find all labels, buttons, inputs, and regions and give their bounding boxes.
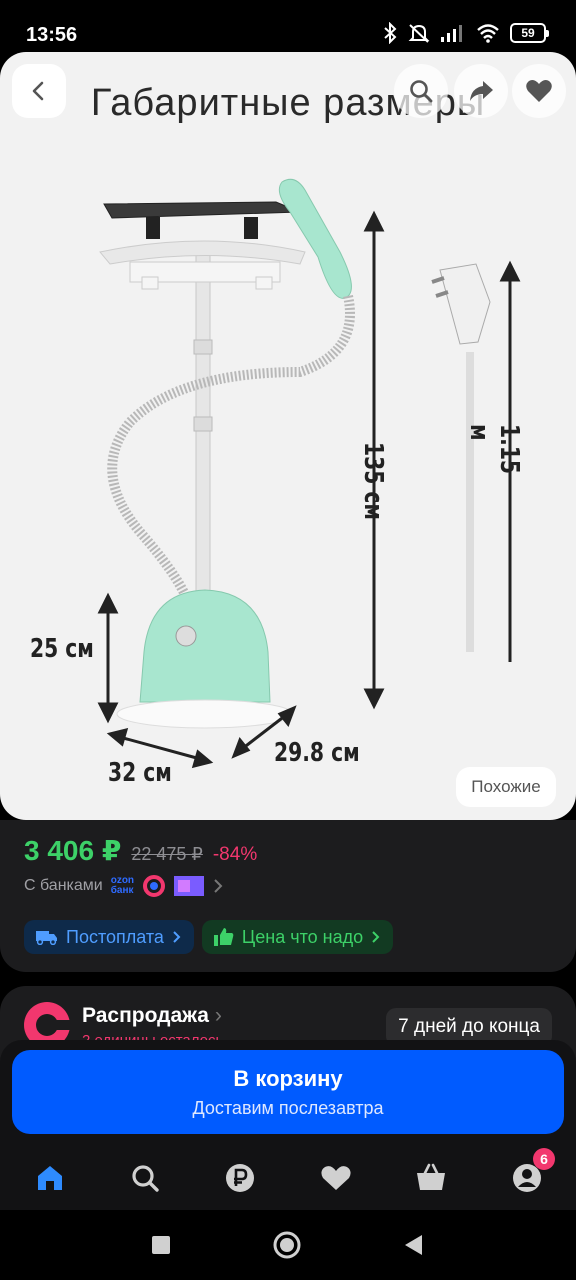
delivery-label: Доставим послезавтра: [192, 1097, 384, 1118]
triangle-back-icon: [405, 1235, 422, 1255]
mute-icon: [408, 24, 430, 43]
good-price-chip[interactable]: Цена что надо: [201, 920, 394, 954]
home-icon: [38, 1166, 62, 1190]
similar-button[interactable]: Похожие: [456, 767, 556, 807]
wifi-icon: [477, 24, 499, 43]
price-row: 3 406 ₽ 22 475 ₽ -84%: [24, 834, 257, 867]
dimension-width: 29.8 см: [274, 738, 360, 768]
chevron-right-icon: ›: [214, 1004, 222, 1027]
system-nav: [0, 1210, 576, 1280]
ozon-bank-logo-line2: банк: [110, 885, 134, 896]
dimension-height-total: 135 см: [358, 442, 388, 520]
basket-icon: [417, 1163, 445, 1190]
share-icon: [470, 81, 493, 101]
bank-card-icon: [174, 876, 205, 896]
bottom-nav: 6: [0, 1144, 576, 1210]
nav-profile[interactable]: 6: [507, 1148, 555, 1198]
ozon-bank-logo: ozon банк: [111, 876, 134, 896]
chevron-left-icon: [32, 81, 44, 101]
product-image-gallery[interactable]: Габаритные размеры 135 см 1.15 м 25 см 3…: [0, 52, 576, 820]
back-system-button[interactable]: [396, 1228, 430, 1262]
favorite-button[interactable]: [512, 64, 566, 118]
add-to-cart-label: В корзину: [233, 1065, 343, 1091]
thumbs-up-icon: [213, 928, 234, 946]
search-button[interactable]: [394, 64, 448, 118]
banks-row[interactable]: С банками ozon банк: [24, 874, 224, 898]
signal-icon: [441, 25, 462, 42]
search-icon: [410, 80, 433, 103]
dimension-cord-length: 1.15 м: [464, 424, 524, 475]
banks-label: С банками: [24, 877, 103, 894]
product-info: 3 406 ₽ 22 475 ₽ -84% С банками ozon бан…: [0, 820, 576, 972]
heart-icon: [321, 1166, 351, 1190]
chevron-right-icon: [173, 931, 181, 943]
battery-indicator: 59: [510, 23, 549, 43]
postpay-chip[interactable]: Постоплата: [24, 920, 194, 954]
nav-cart[interactable]: [411, 1158, 451, 1198]
back-button[interactable]: [12, 64, 66, 118]
recents-button[interactable]: [144, 1228, 178, 1262]
nav-search[interactable]: [125, 1158, 165, 1198]
status-icons: 59: [382, 22, 549, 44]
truck-icon: [36, 931, 57, 945]
home-system-button[interactable]: [270, 1228, 304, 1262]
bluetooth-icon: [384, 22, 397, 44]
dimension-base-height: 25 см: [30, 634, 94, 664]
nav-favorites[interactable]: [316, 1158, 356, 1198]
search-icon: [132, 1165, 159, 1192]
bank-logo-icon: [143, 875, 166, 897]
profile-badge: 6: [533, 1148, 555, 1170]
cart-panel: В корзину Доставим послезавтра: [0, 1040, 576, 1150]
add-to-cart-button[interactable]: В корзину Доставим послезавтра: [12, 1050, 564, 1134]
dimension-depth: 32 см: [108, 758, 172, 788]
chevron-right-icon: [372, 931, 380, 943]
ruble-icon: [226, 1164, 254, 1192]
price-old: 22 475 ₽: [131, 844, 203, 864]
good-price-label: Цена что надо: [241, 926, 364, 947]
price-discount: -84%: [212, 844, 258, 865]
nav-finance[interactable]: [220, 1158, 260, 1198]
share-button[interactable]: [454, 64, 508, 118]
square-icon: [152, 1236, 170, 1254]
sale-title: Распродажа ›: [82, 1004, 222, 1028]
sale-title-text: Распродажа: [82, 1004, 209, 1027]
circle-icon: [273, 1231, 301, 1259]
postpay-label: Постоплата: [66, 926, 164, 947]
chevron-right-icon: [214, 879, 223, 893]
nav-home[interactable]: [30, 1158, 70, 1198]
price-current: 3 406 ₽: [24, 835, 122, 866]
chips: Постоплата Цена что надо: [24, 920, 394, 954]
heart-icon: [526, 80, 552, 102]
status-bar: 13:56 59: [0, 0, 576, 60]
status-time: 13:56: [26, 24, 78, 46]
